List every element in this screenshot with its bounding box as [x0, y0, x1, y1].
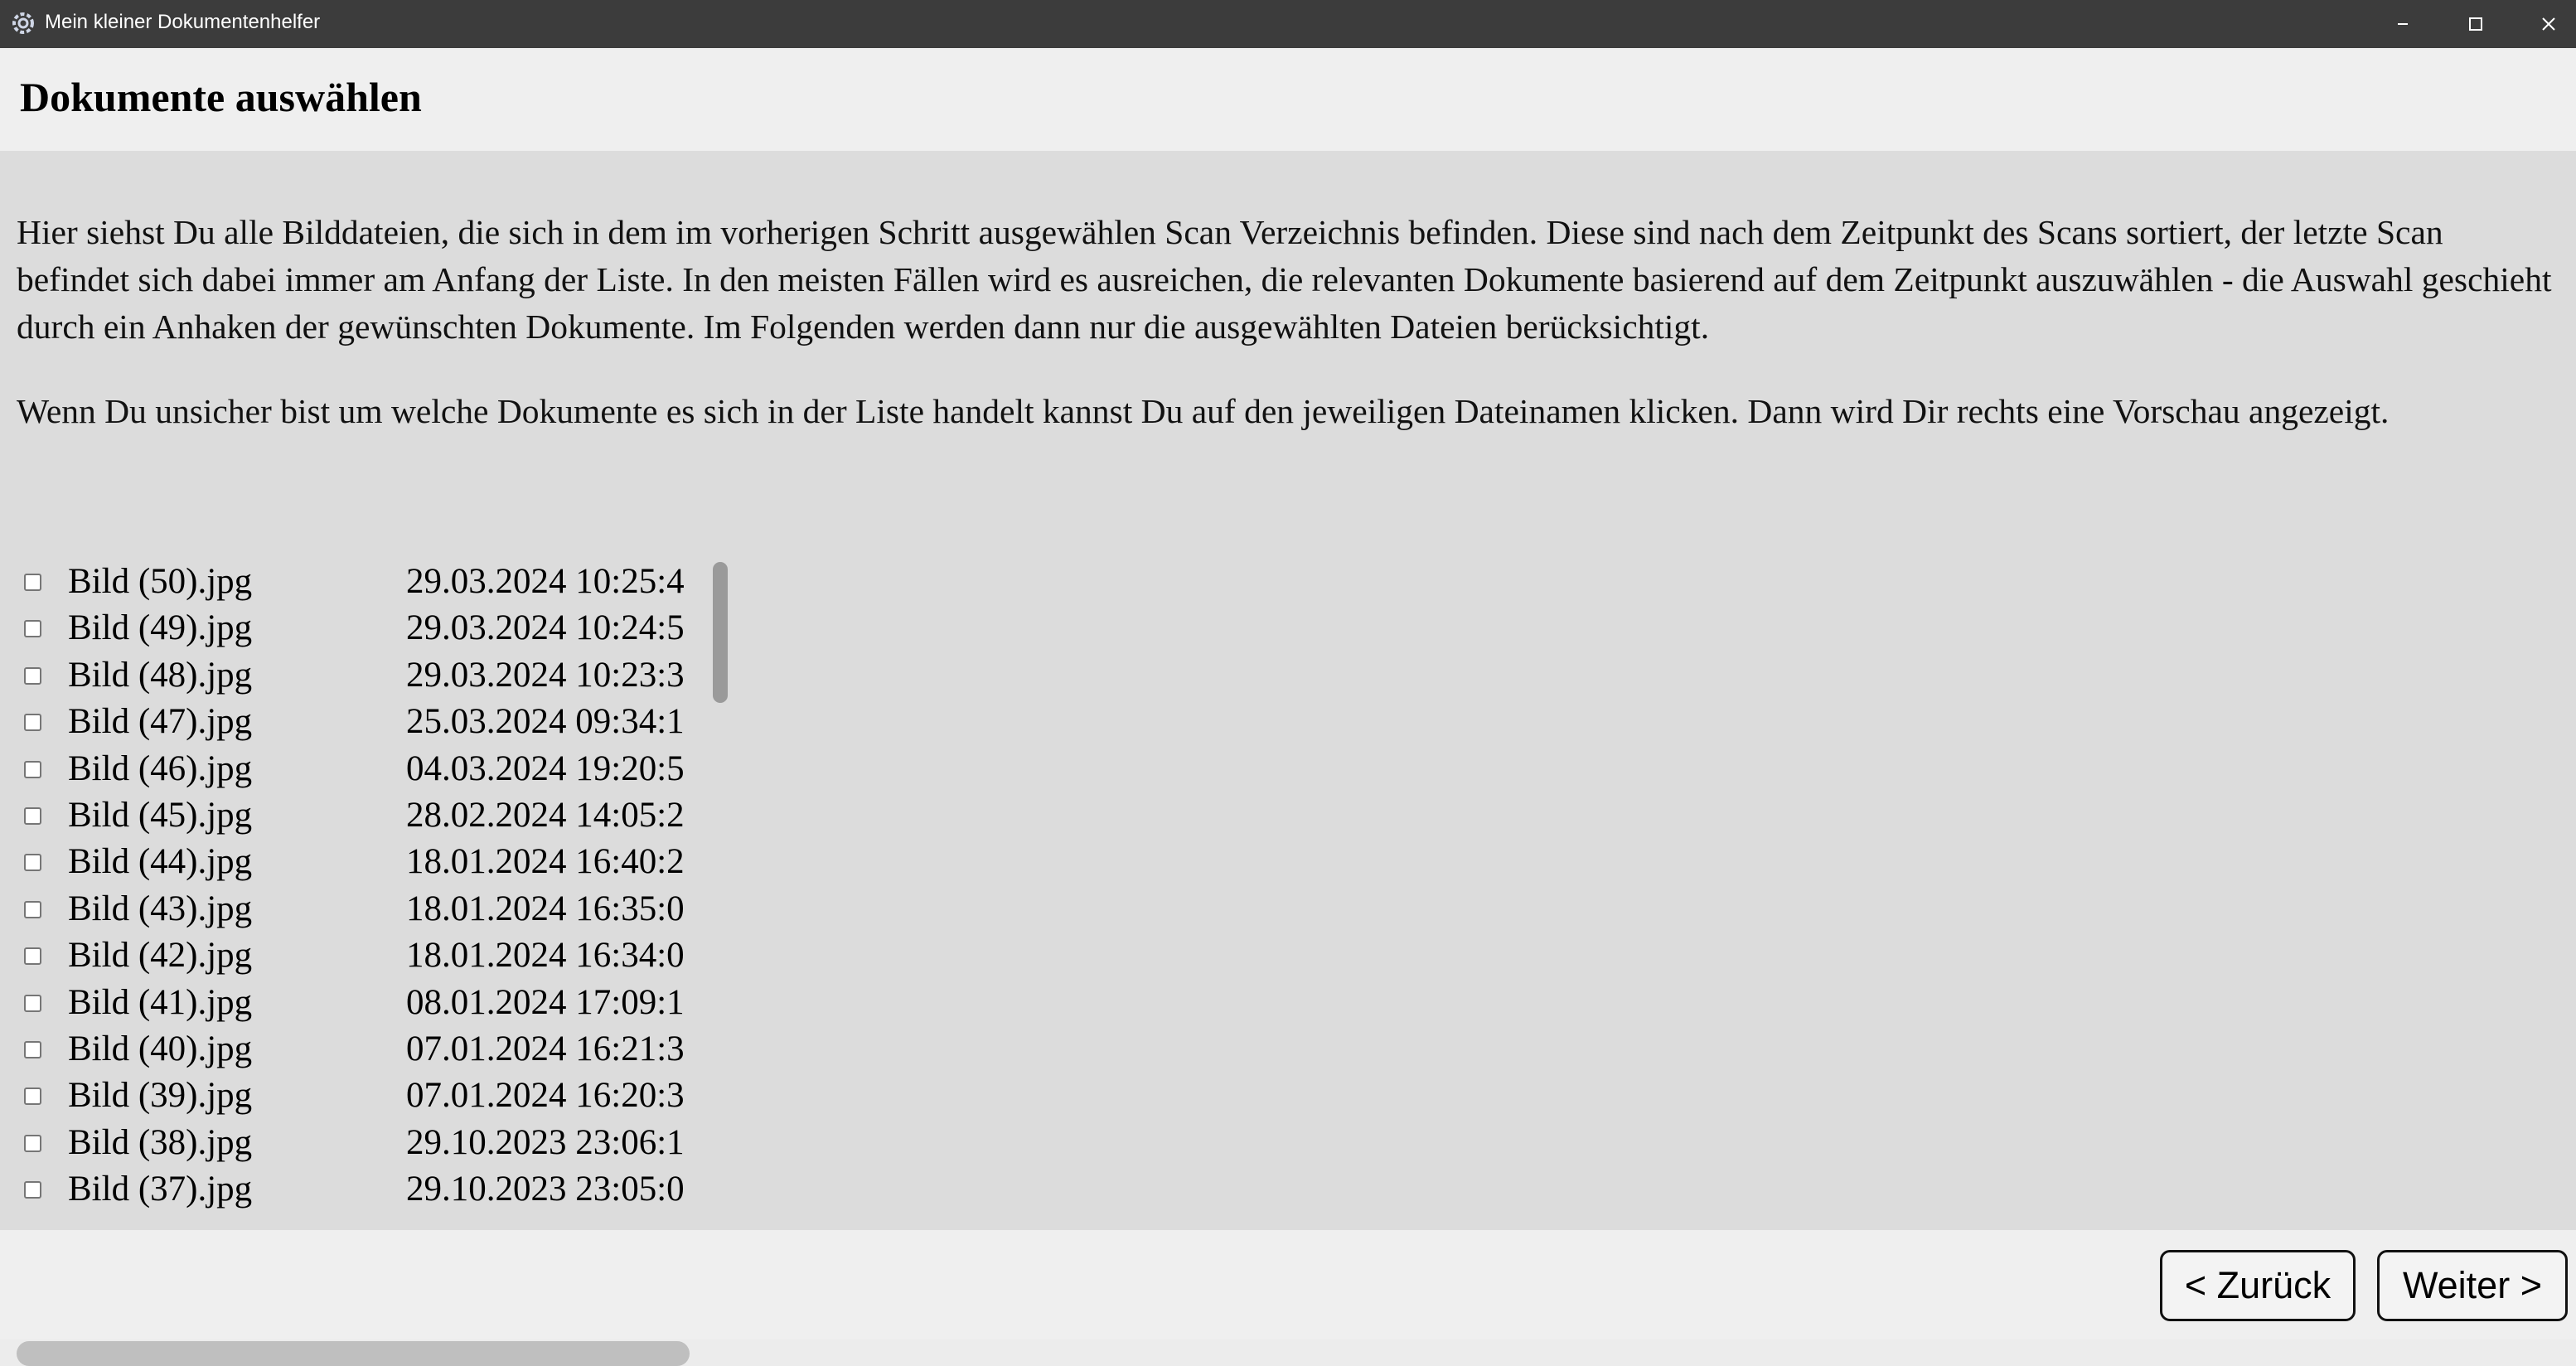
file-list-item[interactable]: Bild (44).jpg 18.01.2024 16:40:2	[17, 839, 709, 885]
file-date: 29.03.2024 10:25:4	[406, 562, 685, 601]
file-checkbox[interactable]	[24, 1181, 41, 1199]
file-checkbox[interactable]	[24, 994, 41, 1012]
file-date: 18.01.2024 16:35:0	[406, 889, 685, 928]
back-button[interactable]: < Zurück	[2160, 1250, 2356, 1321]
instructions-paragraph: Hier siehst Du alle Bilddateien, die sic…	[17, 213, 2552, 346]
gear-icon	[10, 10, 36, 36]
file-checkbox[interactable]	[24, 1134, 41, 1152]
file-checkbox[interactable]	[24, 760, 41, 778]
file-list-viewport: Bild (50).jpg 29.03.2024 10:25:4 Bild (49)…	[17, 559, 709, 1335]
file-date: 29.03.2024 10:23:3	[406, 655, 685, 695]
file-checkbox[interactable]	[24, 1041, 41, 1058]
close-icon	[2542, 17, 2555, 31]
file-list-item[interactable]: Bild (47).jpg 25.03.2024 09:34:1	[17, 699, 709, 745]
file-checkbox[interactable]	[24, 900, 41, 918]
file-list-item[interactable]: Bild (43).jpg 18.01.2024 16:35:0	[17, 886, 709, 932]
file-list-item[interactable]: Bild (45).jpg 28.02.2024 14:05:2	[17, 792, 709, 839]
minimize-icon	[2398, 23, 2408, 25]
page-title: Dokumente auswählen	[20, 74, 422, 120]
horizontal-scrollbar[interactable]	[17, 1341, 690, 1366]
next-button[interactable]: Weiter >	[2377, 1250, 2568, 1321]
file-list-item[interactable]: Bild (46).jpg 04.03.2024 19:20:5	[17, 746, 709, 792]
file-date: 08.01.2024 17:09:1	[406, 982, 685, 1022]
file-name[interactable]: Bild (48).jpg	[68, 652, 252, 699]
page-header: Dokumente auswählen	[0, 48, 2576, 151]
file-checkbox[interactable]	[24, 714, 41, 732]
file-name[interactable]: Bild (45).jpg	[68, 792, 252, 839]
file-list-item[interactable]: Bild (39).jpg 07.01.2024 16:20:3	[17, 1073, 709, 1119]
file-checkbox[interactable]	[24, 854, 41, 872]
file-name[interactable]: Bild (46).jpg	[68, 746, 252, 792]
vertical-scrollbar[interactable]	[713, 562, 728, 703]
file-name[interactable]: Bild (38).jpg	[68, 1120, 252, 1166]
file-name[interactable]: Bild (49).jpg	[68, 605, 252, 652]
file-list-item[interactable]: Bild (41).jpg 08.01.2024 17:09:1	[17, 980, 709, 1026]
file-name[interactable]: Bild (43).jpg	[68, 886, 252, 932]
file-date: 29.03.2024 10:24:5	[406, 608, 685, 648]
file-name[interactable]: Bild (50).jpg	[68, 559, 252, 605]
file-name[interactable]: Bild (39).jpg	[68, 1073, 252, 1119]
file-list-item[interactable]: Bild (48).jpg 29.03.2024 10:23:3	[17, 652, 709, 699]
file-name[interactable]: Bild (44).jpg	[68, 839, 252, 885]
file-name[interactable]: Bild (47).jpg	[68, 699, 252, 745]
file-checkbox[interactable]	[24, 807, 41, 825]
file-checkbox[interactable]	[24, 574, 41, 591]
file-name[interactable]: Bild (41).jpg	[68, 980, 252, 1026]
maximize-icon	[2469, 17, 2482, 31]
file-list-item[interactable]: Bild (37).jpg 29.10.2023 23:05:0	[17, 1166, 709, 1213]
file-name[interactable]: Bild (40).jpg	[68, 1026, 252, 1073]
file-date: 07.01.2024 16:20:3	[406, 1076, 685, 1116]
file-name[interactable]: Bild (37).jpg	[68, 1166, 252, 1213]
footer-bar: < Zurück Weiter >	[0, 1230, 2576, 1339]
file-date: 04.03.2024 19:20:5	[406, 748, 685, 788]
file-checkbox[interactable]	[24, 1087, 41, 1106]
close-button[interactable]	[2511, 0, 2576, 48]
file-checkbox[interactable]	[24, 620, 41, 638]
file-list-item[interactable]: Bild (49).jpg 29.03.2024 10:24:5	[17, 605, 709, 652]
file-date: 25.03.2024 09:34:1	[406, 702, 685, 742]
window-title: Mein kleiner Dokumentenhelfer	[45, 11, 321, 33]
title-bar: Mein kleiner Dokumentenhelfer	[0, 0, 2576, 48]
file-list-item[interactable]: Bild (50).jpg 29.03.2024 10:25:4	[17, 559, 709, 605]
file-date: 28.02.2024 14:05:2	[406, 796, 685, 835]
file-list-item[interactable]: Bild (42).jpg 18.01.2024 16:34:0	[17, 932, 709, 979]
file-date: 18.01.2024 16:40:2	[406, 842, 685, 882]
file-date: 07.01.2024 16:21:3	[406, 1029, 685, 1068]
file-list-item[interactable]: Bild (40).jpg 07.01.2024 16:21:3	[17, 1026, 709, 1073]
preview-hint-paragraph: Wenn Du unsicher bist um welche Dokument…	[17, 392, 2390, 430]
file-date: 29.10.2023 23:06:1	[406, 1122, 685, 1162]
file-date: 18.01.2024 16:34:0	[406, 936, 685, 976]
file-checkbox[interactable]	[24, 666, 41, 685]
file-date: 29.10.2023 23:05:0	[406, 1170, 685, 1209]
content-area: Hier siehst Du alle Bilddateien, die sic…	[0, 151, 2576, 1366]
maximize-button[interactable]	[2438, 0, 2513, 48]
file-checkbox[interactable]	[24, 947, 41, 966]
minimize-button[interactable]	[2365, 0, 2440, 48]
file-name[interactable]: Bild (42).jpg	[68, 932, 252, 979]
file-list-item[interactable]: Bild (38).jpg 29.10.2023 23:06:1	[17, 1120, 709, 1166]
